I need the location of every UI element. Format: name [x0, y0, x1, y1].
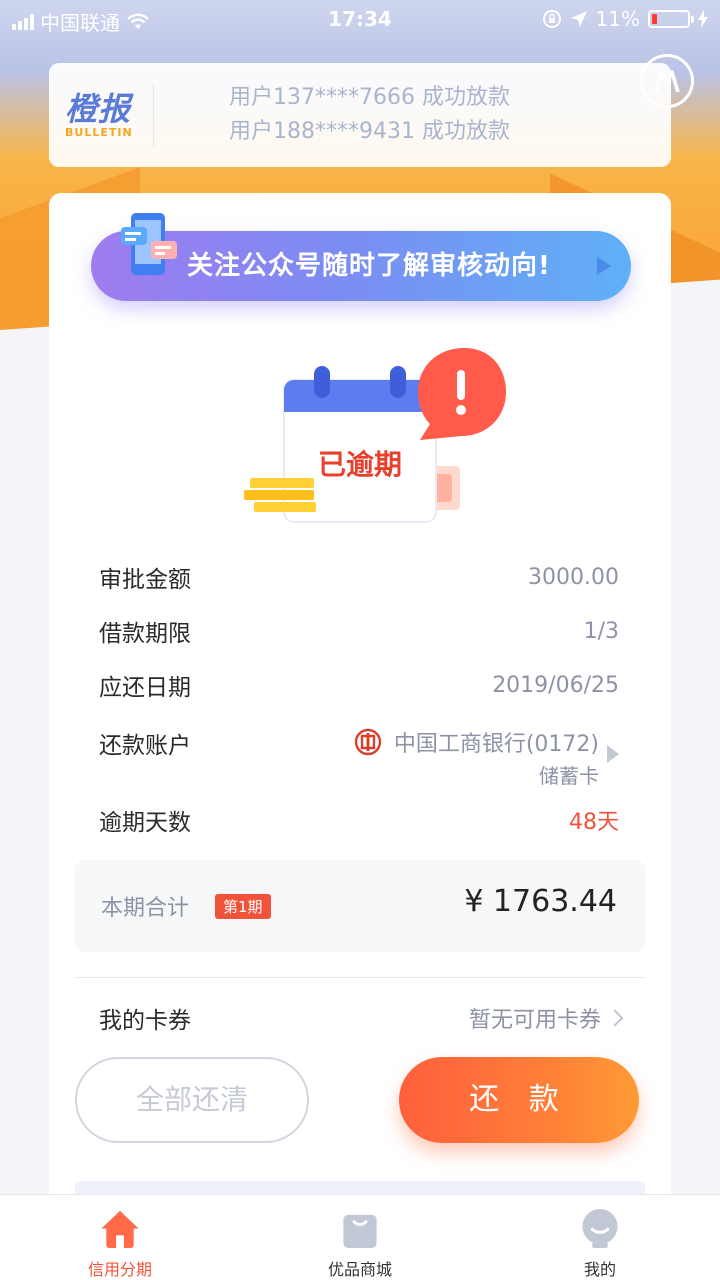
divider — [75, 977, 645, 978]
tab-credit-installment[interactable]: 信用分期 — [0, 1195, 240, 1280]
tab-mall[interactable]: 优品商城 — [240, 1195, 480, 1280]
play-arrow-icon — [597, 257, 611, 275]
approved-amount-label: 审批金额 — [99, 567, 191, 593]
loan-term-value: 1/3 — [583, 618, 619, 644]
coupon-label: 我的卡券 — [99, 1008, 191, 1034]
bottom-tab-bar: 信用分期 优品商城 我的 — [0, 1194, 720, 1280]
chevron-right-icon — [606, 1009, 624, 1027]
bank-name: 中国工商银行(0172) — [393, 732, 599, 757]
home-icon — [101, 1210, 139, 1249]
rotation-lock-icon — [542, 10, 561, 28]
bulletin-logo: 橙报 BULLETIN — [49, 83, 154, 147]
brand-m-icon — [654, 70, 680, 93]
phone-chat-icon — [121, 213, 177, 275]
bulletin-list: 用户137****7666 成功放款 用户188****9431 成功放款 — [154, 81, 510, 149]
period-total-box: 本期合计 第1期 ¥ 1763.44 — [75, 860, 645, 952]
battery-icon — [648, 10, 694, 28]
brand-float-button[interactable] — [640, 54, 694, 108]
period-total-label: 本期合计 — [101, 896, 190, 921]
due-date-row: 应还日期 2019/06/25 — [99, 665, 619, 705]
approved-amount-row: 审批金额 3000.00 — [99, 557, 619, 597]
loan-term-label: 借款期限 — [99, 621, 191, 647]
overdue-days-value: 48天 — [569, 810, 619, 835]
page: 中国联通 17:34 11% 橙报 BULLETIN 用户137****7666… — [0, 0, 720, 1280]
repayment-account-value[interactable]: 中国工商银行(0172) 储蓄卡 — [354, 726, 599, 789]
location-icon — [570, 11, 587, 27]
bulletin-item: 用户188****9431 成功放款 — [229, 119, 510, 144]
coupon-row[interactable]: 我的卡券 暂无可用卡券 — [99, 998, 624, 1038]
icbc-bank-icon — [354, 728, 382, 756]
battery-level — [652, 14, 657, 24]
battery-percent: 11% — [595, 7, 640, 31]
bulletin-logo-sub: BULLETIN — [65, 125, 133, 139]
approved-amount-value: 3000.00 — [528, 564, 619, 590]
charging-icon — [698, 10, 708, 28]
repayment-card: 关注公众号随时了解审核动向! 已逾期 审批金额 3000.00 借款期限 1/3… — [49, 193, 671, 1211]
tab-label: 我的 — [583, 1260, 616, 1279]
period-total-amount: ¥ 1763.44 — [464, 884, 617, 919]
status-label: 已逾期 — [318, 448, 402, 481]
overdue-days-row: 逾期天数 48天 — [99, 800, 619, 840]
status-bar: 中国联通 17:34 11% — [0, 0, 720, 38]
tab-label: 信用分期 — [87, 1260, 152, 1279]
bulletin-item: 用户137****7666 成功放款 — [229, 85, 510, 110]
pay-all-button[interactable]: 全部还清 — [75, 1057, 309, 1143]
repay-button[interactable]: 还 款 — [399, 1057, 639, 1143]
period-badge: 第1期 — [215, 894, 271, 919]
bulletin-logo-title: 橙报 — [65, 89, 132, 128]
overdue-days-label: 逾期天数 — [99, 810, 191, 836]
profile-icon — [582, 1208, 618, 1249]
bulletin-ticker[interactable]: 橙报 BULLETIN 用户137****7666 成功放款 用户188****… — [49, 63, 671, 167]
due-date-value: 2019/06/25 — [492, 672, 619, 698]
tab-label: 优品商城 — [327, 1260, 392, 1279]
bank-name-line: 中国工商银行(0172) — [354, 726, 599, 758]
coupon-value: 暂无可用卡券 — [468, 1008, 601, 1033]
shopping-bag-icon — [343, 1214, 377, 1249]
banner-text: 关注公众号随时了解审核动向! — [187, 251, 551, 281]
due-date-label: 应还日期 — [99, 675, 191, 701]
repayment-account-label: 还款账户 — [99, 733, 191, 759]
loan-term-row: 借款期限 1/3 — [99, 611, 619, 651]
tab-mine[interactable]: 我的 — [480, 1195, 720, 1280]
overdue-calendar-icon: 已逾期 — [244, 348, 506, 523]
account-arrow-icon[interactable] — [607, 745, 619, 763]
status-right: 11% — [542, 7, 708, 31]
coupon-value-wrap: 暂无可用卡券 — [468, 1002, 624, 1034]
card-type: 储蓄卡 — [539, 764, 599, 788]
